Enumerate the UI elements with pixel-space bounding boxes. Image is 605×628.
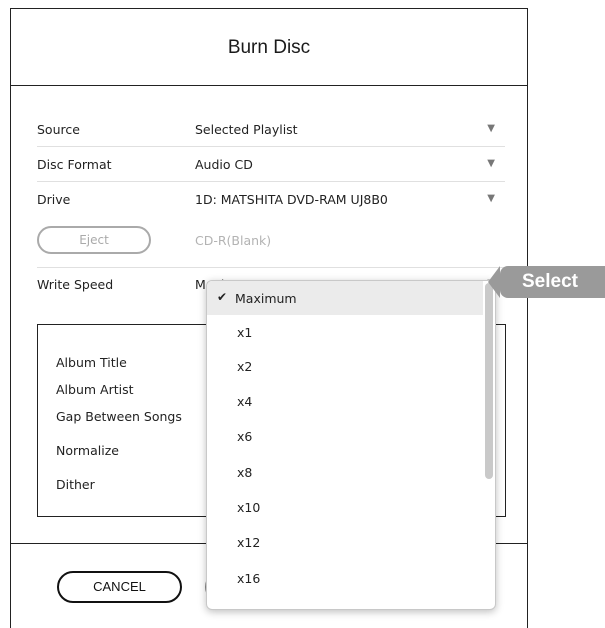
write-speed-label: Write Speed [37,277,114,292]
write-speed-dropdown[interactable]: ✔ Maximum x1 x2 x4 x6 x8 x10 x12 x16 [206,280,496,610]
normalize-label: Normalize [56,443,119,458]
dialog-header: Burn Disc [11,9,527,86]
select-annotation-tag: Select [488,266,605,298]
source-row[interactable]: Source Selected Playlist ▼ [37,112,505,147]
dropdown-option-label: x2 [237,359,253,374]
media-status: CD-R(Blank) [195,233,272,248]
dropdown-option[interactable]: x6 [207,419,483,453]
drive-row[interactable]: Drive 1D: MATSHITA DVD-RAM UJ8B0 ▼ [37,182,505,217]
dropdown-option[interactable]: x12 [207,525,483,559]
dropdown-option-label: x12 [237,535,261,550]
chevron-down-icon[interactable]: ▼ [487,158,495,169]
dropdown-option-label: Maximum [235,291,297,306]
checkmark-icon: ✔ [217,290,228,304]
album-title-label: Album Title [56,355,127,370]
drive-select[interactable]: 1D: MATSHITA DVD-RAM UJ8B0 [195,192,388,207]
dropdown-option[interactable]: x2 [207,349,483,383]
dropdown-option-label: x10 [237,500,261,515]
scroll-thumb[interactable] [485,283,493,479]
disc-format-label: Disc Format [37,157,112,172]
drive-label: Drive [37,192,71,207]
source-label: Source [37,122,80,137]
gap-between-songs-label: Gap Between Songs [56,409,182,424]
disc-format-row[interactable]: Disc Format Audio CD ▼ [37,147,505,182]
eject-button[interactable]: Eject [37,226,151,254]
dropdown-option-label: x6 [237,429,253,444]
dropdown-option[interactable]: x16 [207,561,483,595]
dropdown-option-label: x4 [237,394,253,409]
chevron-down-icon[interactable]: ▼ [487,193,495,204]
dropdown-option-label: x16 [237,571,261,586]
dialog-title: Burn Disc [227,37,311,58]
dropdown-scrollbar[interactable] [483,283,493,607]
dropdown-option[interactable]: x1 [207,315,483,349]
dither-label: Dither [56,477,95,492]
disc-format-select[interactable]: Audio CD [195,157,253,172]
cancel-button[interactable]: CANCEL [57,571,182,603]
dropdown-option-label: x1 [237,325,253,340]
chevron-down-icon[interactable]: ▼ [487,123,495,134]
dropdown-option-label: x8 [237,465,253,480]
dropdown-option[interactable]: x10 [207,490,483,524]
dropdown-option[interactable]: x4 [207,384,483,418]
dropdown-option[interactable]: ✔ Maximum [207,281,483,315]
source-select[interactable]: Selected Playlist [195,122,298,137]
dropdown-option[interactable]: x8 [207,455,483,489]
album-artist-label: Album Artist [56,382,134,397]
